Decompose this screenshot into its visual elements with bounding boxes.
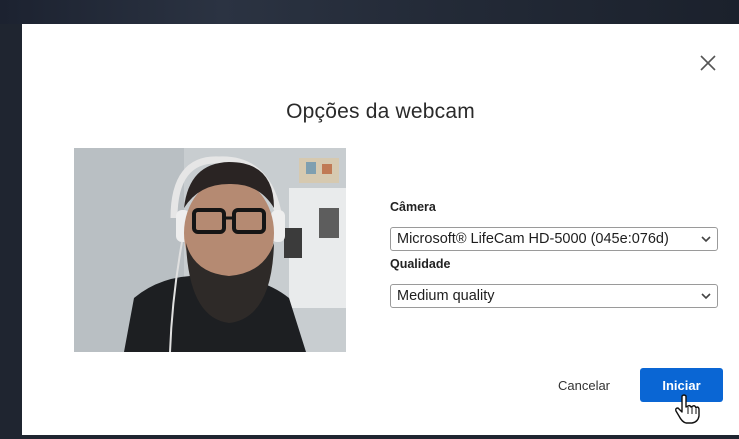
chevron-down-icon bbox=[701, 293, 711, 300]
quality-select-value: Medium quality bbox=[397, 288, 495, 304]
webcam-options-dialog: Opções da webcam Câmera Microsoft® LifeC… bbox=[22, 24, 739, 435]
dialog-title: Opções da webcam bbox=[286, 100, 475, 123]
camera-select-value: Microsoft® LifeCam HD-5000 (045e:076d) bbox=[397, 231, 669, 247]
quality-label: Qualidade bbox=[390, 257, 451, 271]
webcam-preview bbox=[74, 148, 346, 352]
chevron-down-icon bbox=[701, 236, 711, 243]
close-button[interactable] bbox=[695, 50, 721, 76]
page-backdrop bbox=[0, 0, 739, 24]
quality-select[interactable]: Medium quality bbox=[390, 284, 718, 308]
close-icon bbox=[700, 55, 716, 71]
hand-pointer-icon bbox=[675, 394, 700, 424]
camera-select[interactable]: Microsoft® LifeCam HD-5000 (045e:076d) bbox=[390, 227, 718, 251]
cancel-button[interactable]: Cancelar bbox=[544, 368, 624, 402]
camera-label: Câmera bbox=[390, 200, 436, 214]
